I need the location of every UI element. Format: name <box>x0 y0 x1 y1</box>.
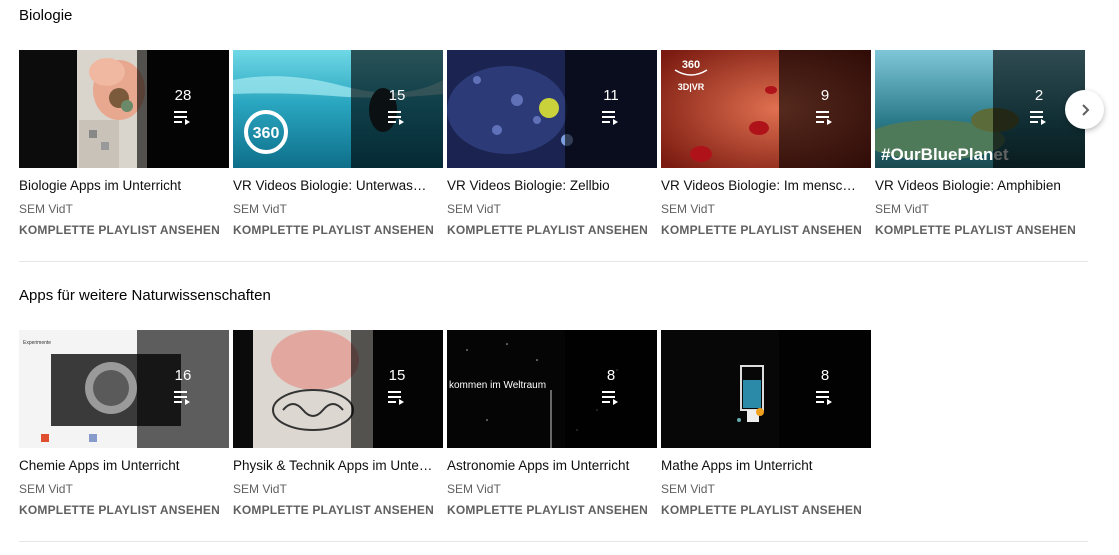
badge-360-text: 360 <box>682 59 700 71</box>
view-full-playlist-link[interactable]: KOMPLETTE PLAYLIST ANSEHEN <box>875 223 1085 237</box>
playlist-thumbnail[interactable]: 28 <box>19 50 229 168</box>
playlist-thumbnail[interactable]: 360 15 <box>233 50 443 168</box>
experimente-text: Experimente <box>23 340 51 346</box>
carousel-next-button[interactable] <box>1065 90 1104 129</box>
playlist-icon <box>602 111 618 125</box>
playlist-card[interactable]: 11 VR Videos Biologie: Zellbio SEM VidT … <box>447 50 657 237</box>
playlist-count-overlay: 8 <box>565 330 657 448</box>
view-full-playlist-link[interactable]: KOMPLETTE PLAYLIST ANSEHEN <box>19 223 229 237</box>
playlist-title[interactable]: Mathe Apps im Unterricht <box>661 457 861 474</box>
playlist-title[interactable]: Chemie Apps im Unterricht <box>19 457 219 474</box>
playlist-count-overlay: 8 <box>779 330 871 448</box>
playlist-icon <box>1030 111 1046 125</box>
weltraum-text: kommen im Weltraum <box>449 380 546 391</box>
channel-name[interactable]: SEM VidT <box>661 202 871 216</box>
playlist-card[interactable]: 360 3D|VR 9 VR Videos Biologie: Im mensc… <box>661 50 871 237</box>
channel-name[interactable]: SEM VidT <box>447 202 657 216</box>
video-count: 16 <box>174 367 192 384</box>
view-full-playlist-link[interactable]: KOMPLETTE PLAYLIST ANSEHEN <box>233 503 443 517</box>
video-count: 9 <box>820 87 830 104</box>
playlist-icon <box>174 391 190 405</box>
channel-name[interactable]: SEM VidT <box>875 202 1085 216</box>
playlist-icon <box>816 391 832 405</box>
video-count: 8 <box>606 367 616 384</box>
channel-name[interactable]: SEM VidT <box>233 482 443 496</box>
playlist-card[interactable]: Experimente 16 Chemie Apps im Unterricht… <box>19 330 229 517</box>
playlist-count-overlay: 15 <box>351 330 443 448</box>
playlist-icon <box>602 391 618 405</box>
channel-name[interactable]: SEM VidT <box>233 202 443 216</box>
video-count: 15 <box>388 367 406 384</box>
playlist-icon <box>388 111 404 125</box>
playlist-thumbnail[interactable]: #OurBluePlanet 2 <box>875 50 1085 168</box>
badge-3dvr-text: 3D|VR <box>678 82 705 92</box>
badge-360-text: 360 <box>253 125 280 142</box>
video-count: 28 <box>174 87 192 104</box>
video-count: 2 <box>1034 87 1044 104</box>
playlist-title[interactable]: Astronomie Apps im Unterricht <box>447 457 647 474</box>
playlist-count-overlay: 16 <box>137 330 229 448</box>
video-count: 15 <box>388 87 406 104</box>
view-full-playlist-link[interactable]: KOMPLETTE PLAYLIST ANSEHEN <box>661 223 871 237</box>
video-count: 8 <box>820 367 830 384</box>
view-full-playlist-link[interactable]: KOMPLETTE PLAYLIST ANSEHEN <box>447 503 657 517</box>
playlist-title[interactable]: Physik & Technik Apps im Unterricht <box>233 457 433 474</box>
chevron-right-icon <box>1081 103 1089 116</box>
section-divider <box>19 541 1088 542</box>
view-full-playlist-link[interactable]: KOMPLETTE PLAYLIST ANSEHEN <box>447 223 657 237</box>
channel-name[interactable]: SEM VidT <box>19 202 229 216</box>
view-full-playlist-link[interactable]: KOMPLETTE PLAYLIST ANSEHEN <box>661 503 871 517</box>
view-full-playlist-link[interactable]: KOMPLETTE PLAYLIST ANSEHEN <box>233 223 443 237</box>
section-title-naturwissenschaften[interactable]: Apps für weitere Naturwissenschaften <box>19 287 271 305</box>
playlist-icon <box>816 111 832 125</box>
playlist-card[interactable]: 28 Biologie Apps im Unterricht SEM VidT … <box>19 50 229 237</box>
playlist-card[interactable]: 360 15 VR Videos Biologie: Unterwasserwe… <box>233 50 443 237</box>
playlist-icon <box>174 111 190 125</box>
section-divider <box>19 261 1088 262</box>
playlist-icon <box>388 391 404 405</box>
hashtag-text: #OurBluePlanet <box>881 145 1009 164</box>
channel-name[interactable]: SEM VidT <box>19 482 229 496</box>
playlist-count-overlay: 11 <box>565 50 657 168</box>
playlist-title[interactable]: VR Videos Biologie: Zellbio <box>447 177 647 194</box>
playlist-thumbnail[interactable]: 8 <box>661 330 871 448</box>
playlist-title[interactable]: Biologie Apps im Unterricht <box>19 177 219 194</box>
section-title-biologie[interactable]: Biologie <box>19 7 72 25</box>
playlist-count-overlay: 28 <box>137 50 229 168</box>
view-full-playlist-link[interactable]: KOMPLETTE PLAYLIST ANSEHEN <box>19 503 229 517</box>
playlist-title[interactable]: VR Videos Biologie: Im menschlichen Körp… <box>661 177 861 194</box>
playlist-card[interactable]: #OurBluePlanet 2 VR Videos Biologie: Amp… <box>875 50 1085 237</box>
video-count: 11 <box>603 87 619 104</box>
playlist-thumbnail[interactable]: Experimente 16 <box>19 330 229 448</box>
playlist-card[interactable]: 15 Physik & Technik Apps im Unterricht S… <box>233 330 443 517</box>
playlist-thumbnail[interactable]: kommen im Weltraum 8 <box>447 330 657 448</box>
playlist-thumbnail[interactable]: 11 <box>447 50 657 168</box>
playlist-card[interactable]: 8 Mathe Apps im Unterricht SEM VidT KOMP… <box>661 330 871 517</box>
playlist-count-overlay: 15 <box>351 50 443 168</box>
playlist-card[interactable]: kommen im Weltraum 8 Astronomie Apps im … <box>447 330 657 517</box>
playlist-title[interactable]: VR Videos Biologie: Unterwasserwelt <box>233 177 433 194</box>
channel-name[interactable]: SEM VidT <box>447 482 657 496</box>
playlist-thumbnail[interactable]: 360 3D|VR 9 <box>661 50 871 168</box>
playlist-count-overlay: 9 <box>779 50 871 168</box>
playlist-title[interactable]: VR Videos Biologie: Amphibien <box>875 177 1075 194</box>
playlist-thumbnail[interactable]: 15 <box>233 330 443 448</box>
channel-name[interactable]: SEM VidT <box>661 482 871 496</box>
